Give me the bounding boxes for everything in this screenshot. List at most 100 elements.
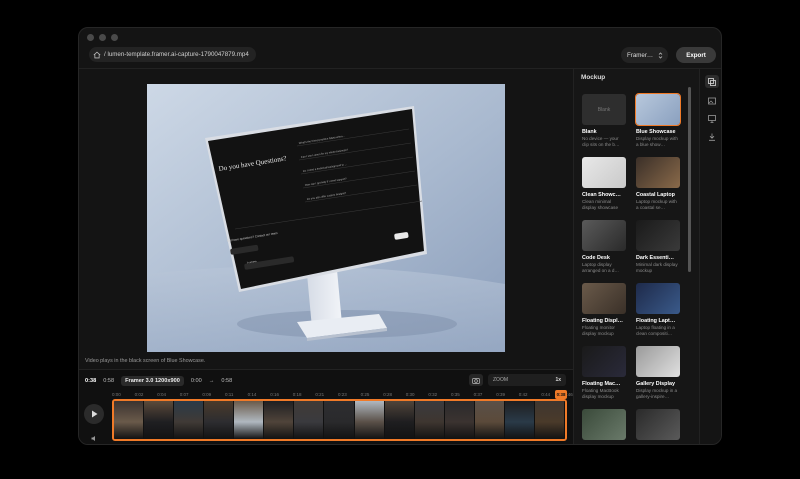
- snapshot-button[interactable]: [469, 374, 483, 386]
- mockup-description: Floating monitor display mockup: [582, 325, 615, 336]
- mockup-card[interactable]: [582, 409, 628, 444]
- range-start[interactable]: 0:00: [191, 378, 202, 384]
- track-thumbnail: [294, 401, 325, 439]
- mockup-title: Gallery Display: [636, 381, 675, 387]
- mockup-card[interactable]: Blank Blank No device — your clip sits on …: [582, 94, 628, 156]
- rail-layers-button[interactable]: [705, 75, 719, 88]
- rail-monitor-button[interactable]: [705, 112, 719, 125]
- mockup-description: No device — your clip sits on the b…: [582, 136, 620, 147]
- play-icon: [91, 410, 97, 418]
- play-button[interactable]: [84, 404, 104, 424]
- track-thumbnail: [534, 401, 565, 439]
- track-thumbnail: [474, 401, 505, 439]
- track-thumbnail: [114, 401, 145, 439]
- mockup-description: Display mockup in a gallery-inspire…: [636, 388, 678, 399]
- track-thumbnail: [444, 401, 475, 439]
- top-toolbar: / lumen-template.framer.ai-capture-17900…: [79, 42, 721, 68]
- ruler-tick-label: 0:35: [451, 392, 460, 397]
- mockup-title: Dark Essenti…: [636, 255, 675, 261]
- mockup-description: Minimal dark display mockup: [636, 262, 678, 273]
- ruler-tick-label: 0:02: [134, 392, 144, 397]
- home-icon: [93, 51, 101, 58]
- total-time: 0:58: [103, 378, 115, 384]
- mockup-card[interactable]: Dark Essenti… Minimal dark display mockup: [636, 220, 682, 282]
- mockup-card[interactable]: Blue Showcase Display mockup with a blue …: [635, 93, 682, 156]
- preview-caption: Video plays in the black screen of Blue …: [85, 358, 206, 364]
- window-controls: [87, 34, 118, 41]
- video-track[interactable]: [112, 399, 567, 441]
- mockup-title: Code Desk: [582, 255, 610, 261]
- mockup-card[interactable]: Clean Showc… Clean minimal display showca…: [582, 157, 628, 219]
- mockup-title: Blank: [582, 129, 597, 135]
- track-thumbnail: [324, 401, 355, 439]
- zoom-control[interactable]: ZOOM 1x: [488, 374, 566, 386]
- ruler-tick-label: 0:25: [360, 392, 370, 397]
- file-path[interactable]: / lumen-template.framer.ai-capture-17900…: [89, 47, 256, 62]
- mockup-thumbnail: [582, 220, 626, 251]
- mockup-title: Floating Displ…: [582, 318, 624, 324]
- track-thumbnail: [354, 401, 385, 439]
- preview-canvas[interactable]: Do you have Questions? Still have questi…: [147, 84, 505, 352]
- mockup-thumbnail: [582, 157, 626, 188]
- mockup-thumbnail: [636, 409, 680, 440]
- mockup-card[interactable]: Coastal Laptop Laptop mockup with a coast…: [636, 157, 682, 219]
- image-icon: [708, 97, 716, 104]
- mockup-thumbnail: [636, 283, 680, 314]
- volume-button[interactable]: [91, 429, 98, 444]
- range-end[interactable]: 0:58: [221, 378, 232, 384]
- mockup-card[interactable]: Floating Displ… Floating monitor display …: [582, 283, 628, 345]
- format-badge[interactable]: Framer 3.0 1200x900: [121, 376, 184, 386]
- ruler-tick-label: 0:07: [179, 392, 189, 397]
- framer-select-label: Framer…: [627, 51, 654, 59]
- mockup-thumbnail: Blank: [582, 94, 626, 125]
- ruler-tick-label: 0:39: [496, 392, 505, 397]
- mockup-card[interactable]: Code Desk Laptop display arranged on a d…: [582, 220, 628, 282]
- mockup-card[interactable]: [636, 409, 682, 444]
- rail-download-button[interactable]: [705, 130, 719, 143]
- monitor-icon: [708, 114, 716, 123]
- mockup-thumbnail: [636, 220, 680, 251]
- ruler-tick-label: 0:16: [270, 392, 279, 397]
- ruler-tick-label: 0:21: [315, 392, 325, 397]
- download-icon: [709, 133, 715, 141]
- ruler-tick-label: 0:14: [247, 392, 257, 397]
- ruler-tick-label: 0:42: [518, 392, 528, 397]
- layers-icon: [708, 77, 716, 86]
- editor-pane: Do you have Questions? Still have questi…: [79, 68, 573, 444]
- track-thumbnail: [384, 401, 415, 439]
- zoom-window-button[interactable]: [111, 34, 118, 41]
- track-thumbnail: [504, 401, 535, 439]
- mockup-title: Floating Mac…: [582, 381, 621, 387]
- mockup-scrollbar[interactable]: [688, 87, 691, 272]
- mockup-card[interactable]: Floating Mac… Floating MacBook display mo…: [582, 346, 628, 408]
- current-time: 0:38: [85, 378, 97, 384]
- ruler-tick-label: 0:28: [383, 392, 392, 397]
- mockup-thumbnail: [582, 283, 626, 314]
- framer-version-select[interactable]: Framer…: [621, 47, 668, 63]
- zoom-label: ZOOM: [493, 377, 508, 383]
- playhead[interactable]: 0:38: [555, 390, 567, 399]
- chevron-updown-icon: [658, 51, 663, 59]
- timeline-panel: 0:38 0:58 Framer 3.0 1200x900 0:00 → 0:5…: [79, 369, 573, 444]
- track-thumbnail: [204, 401, 235, 439]
- mockup-description: Laptop floating in a clean compositi…: [636, 325, 675, 336]
- side-rail: [699, 68, 721, 444]
- ruler-tick-label: 0:44: [541, 392, 551, 397]
- mockup-thumbnail: [635, 93, 681, 126]
- mockup-title: Coastal Laptop: [636, 192, 675, 198]
- mockup-card[interactable]: Gallery Display Display mockup in a galle…: [636, 346, 682, 408]
- ruler-tick-label: 0:37: [473, 392, 483, 397]
- track-thumbnail: [414, 401, 445, 439]
- ruler-tick-label: 0:32: [428, 392, 438, 397]
- mockup-description: Clean minimal display showcase: [582, 199, 619, 210]
- minimize-window-button[interactable]: [99, 34, 106, 41]
- rail-image-button[interactable]: [705, 94, 719, 107]
- mockup-card[interactable]: Floating Lapt… Laptop floating in a clean…: [636, 283, 682, 345]
- ruler-tick-label: 0:04: [157, 392, 166, 397]
- mockup-description: Laptop mockup with a coastal se…: [636, 199, 677, 210]
- ruler-tick-label: 0:09: [202, 392, 212, 397]
- ruler-tick-label: 0:18: [292, 392, 302, 397]
- export-button[interactable]: Export: [676, 47, 716, 63]
- close-window-button[interactable]: [87, 34, 94, 41]
- mockup-thumbnail: [582, 409, 626, 440]
